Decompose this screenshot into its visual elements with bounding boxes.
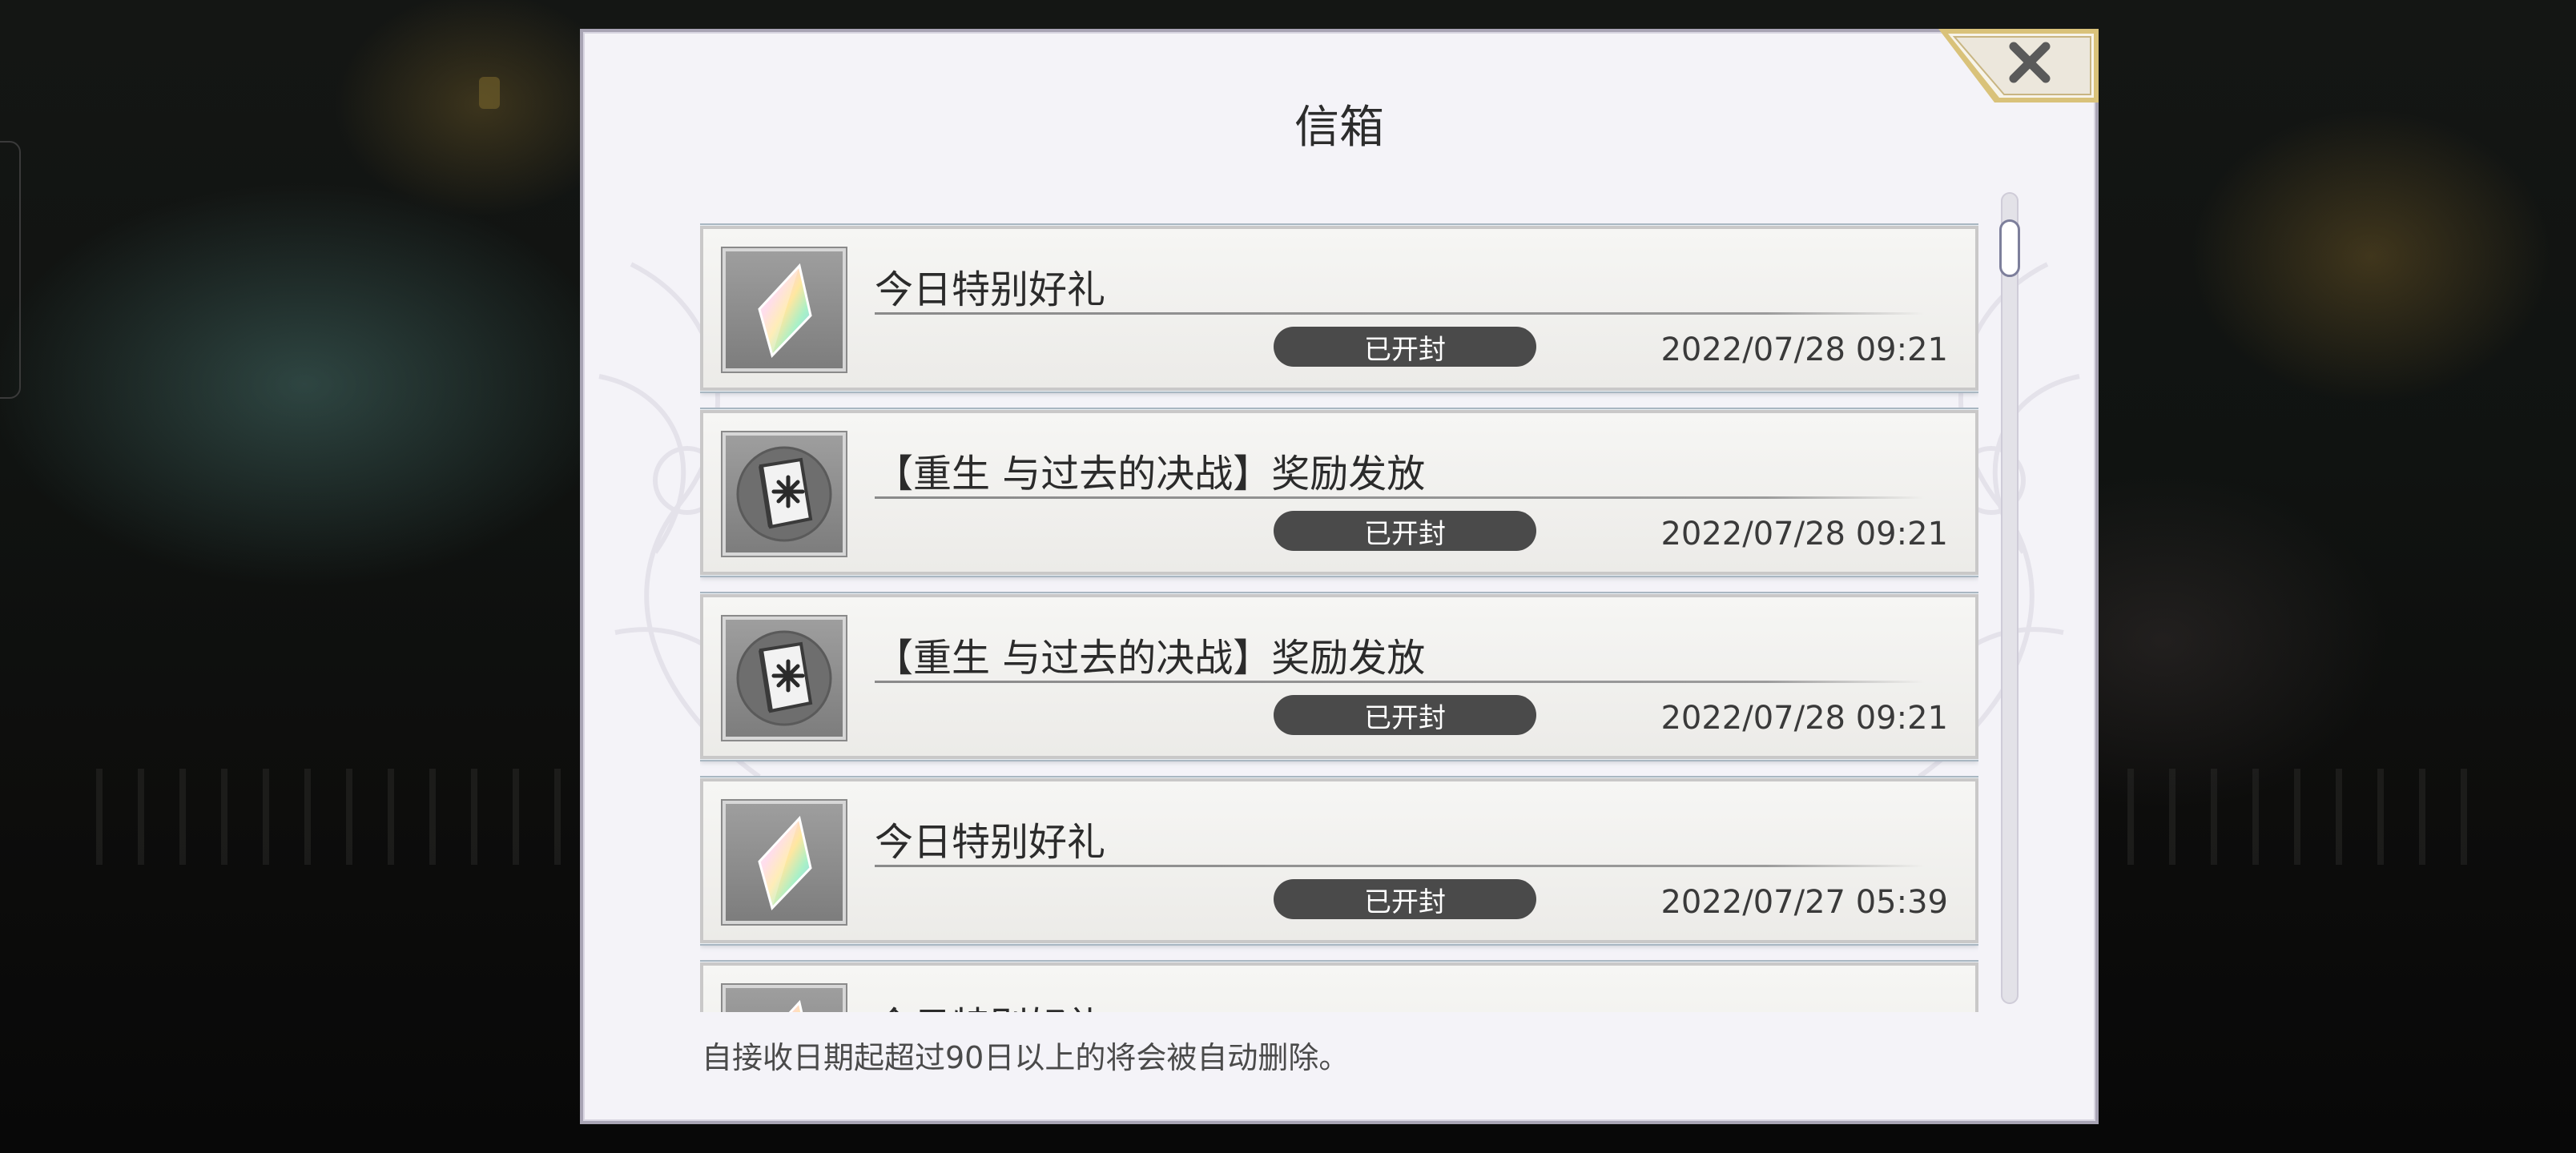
mail-list[interactable]: 今日特别好礼 已开封 2022/07/28 09:21 【重生 与过去的决战】奖…	[700, 192, 1978, 1012]
star-book-icon	[736, 630, 832, 726]
mail-thumbnail	[721, 431, 847, 557]
mail-thumbnail	[721, 615, 847, 741]
mail-date: 2022/07/28 09:21	[1660, 700, 1948, 737]
mail-divider	[875, 312, 1924, 315]
mail-subject: 今日特别好礼	[875, 820, 1106, 865]
mail-divider	[875, 496, 1924, 499]
mail-thumbnail	[721, 247, 847, 373]
rainbow-crystal-icon	[758, 815, 812, 910]
mail-item[interactable]: 【重生 与过去的决战】奖励发放 已开封 2022/07/28 09:21	[700, 592, 1978, 761]
mail-subject: 今日特别好礼	[875, 267, 1106, 312]
mail-thumbnail	[721, 983, 847, 1012]
side-drawer-tab[interactable]	[0, 141, 21, 399]
mail-thumbnail	[721, 799, 847, 926]
star-book-icon	[736, 446, 832, 542]
mail-item[interactable]: 今日特别好礼 已开封 2022/07/28 09:21	[700, 223, 1978, 393]
status-badge: 已开封	[1274, 879, 1536, 919]
mail-subject: 【重生 与过去的决战】奖励发放	[875, 452, 1426, 496]
mail-item[interactable]: 【重生 与过去的决战】奖励发放 已开封 2022/07/28 09:21	[700, 408, 1978, 577]
mail-date: 2022/07/27 05:39	[1660, 884, 1948, 921]
mail-date: 2022/07/28 09:21	[1660, 331, 1948, 368]
mailbox-dialog: 信箱 今日特别好礼 已开封 2022/07/28 09:21 【重生 与过去的决…	[580, 29, 2099, 1124]
mail-item[interactable]: 今日特别好礼 已开封 2022/07/27 05:39	[700, 776, 1978, 946]
rainbow-crystal-icon	[788, 999, 803, 1012]
mail-subject: 今日特别好礼	[875, 994, 1105, 1012]
mail-divider	[875, 865, 1924, 867]
mailbox-title: 信箱	[1294, 102, 1384, 154]
rainbow-crystal-icon	[758, 263, 812, 358]
status-badge: 已开封	[1274, 327, 1536, 367]
scrollbar-track[interactable]	[2001, 192, 2019, 1004]
mail-subject: 【重生 与过去的决战】奖励发放	[875, 636, 1426, 681]
status-badge: 已开封	[1274, 695, 1536, 735]
background-lamp	[479, 77, 500, 109]
background-fence	[96, 769, 593, 865]
auto-delete-notice: 自接收日期起超过90日以上的将会被自动删除。	[702, 1040, 1350, 1075]
game-screen: 信箱 今日特别好礼 已开封 2022/07/28 09:21 【重生 与过去的决…	[0, 0, 2576, 1153]
mail-date: 2022/07/28 09:21	[1660, 516, 1948, 552]
mail-divider	[875, 681, 1924, 683]
mail-item-partial[interactable]: 今日特别好礼	[700, 960, 1978, 1012]
close-x-icon	[2009, 42, 2051, 83]
close-button[interactable]	[1969, 34, 2089, 91]
scrollbar-thumb[interactable]	[1999, 219, 2020, 277]
status-badge: 已开封	[1274, 511, 1536, 551]
